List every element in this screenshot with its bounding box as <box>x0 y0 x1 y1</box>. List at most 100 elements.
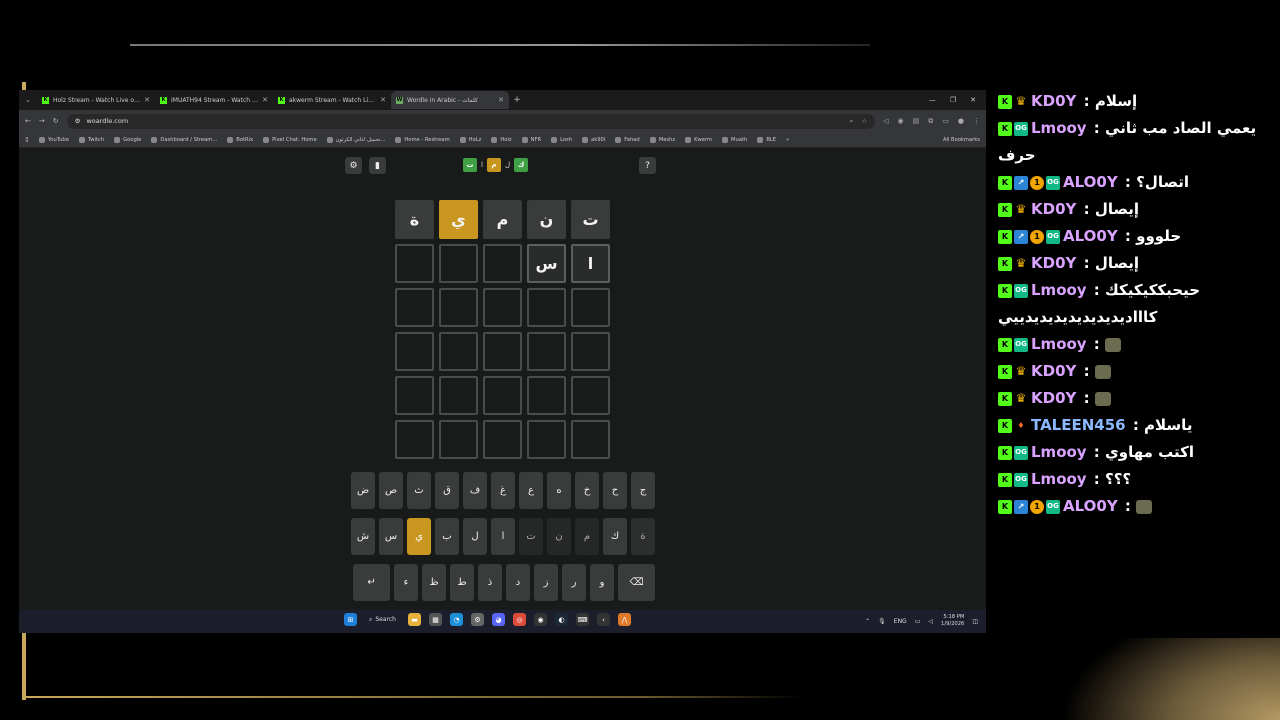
key-button[interactable]: ر <box>562 564 586 601</box>
close-tab-icon[interactable]: ✕ <box>380 96 386 104</box>
close-tab-icon[interactable]: ✕ <box>144 96 150 104</box>
bookmark-item[interactable]: ak90l <box>582 136 605 143</box>
new-tab-button[interactable]: + <box>509 95 525 105</box>
tab-search-icon[interactable]: ⌄ <box>19 92 37 108</box>
key-button[interactable]: ل <box>463 518 487 555</box>
key-button[interactable]: ن <box>547 518 571 555</box>
bookmark-item[interactable]: YouTube <box>38 136 69 143</box>
calendar-icon[interactable]: ▦ <box>429 613 442 626</box>
backspace-key[interactable]: ⌫ <box>618 564 655 601</box>
chat-username[interactable]: ALO0Y <box>1063 227 1118 245</box>
key-button[interactable]: ت <box>519 518 543 555</box>
key-button[interactable]: ك <box>603 518 627 555</box>
key-button[interactable]: ذ <box>478 564 502 601</box>
bookmark-item[interactable]: Fahad <box>615 136 640 143</box>
site-info-icon[interactable]: ⚙ <box>75 117 81 125</box>
zoom-icon[interactable]: ⌕ <box>850 117 854 126</box>
chat-username[interactable]: ALO0Y <box>1063 173 1118 191</box>
extension-icon[interactable]: ◉ <box>898 117 904 126</box>
close-tab-icon[interactable]: ✕ <box>262 96 268 104</box>
chat-username[interactable]: KD0Y <box>1031 254 1076 272</box>
sidebar-icon[interactable]: ▭ <box>942 117 949 126</box>
taskbar-search[interactable]: ⌕ Search <box>365 616 400 624</box>
settings-button[interactable]: ⚙ <box>345 157 362 174</box>
bookmark-item[interactable]: Pixel Chat: Home <box>263 136 317 143</box>
bookmark-item[interactable]: Google <box>114 136 141 143</box>
discord-icon[interactable]: ◕ <box>492 613 505 626</box>
volume-icon[interactable]: ◁ <box>928 618 933 625</box>
mute-icon[interactable]: ◁ <box>883 117 888 126</box>
key-button[interactable]: ء <box>394 564 418 601</box>
key-button[interactable]: ظ <box>422 564 446 601</box>
chat-username[interactable]: Lmooy <box>1031 119 1087 137</box>
key-button[interactable]: ي <box>407 518 431 555</box>
bookmark-item[interactable]: BotRix <box>227 136 253 143</box>
key-button[interactable]: ض <box>351 472 375 509</box>
key-button[interactable]: ج <box>631 472 655 509</box>
chat-username[interactable]: KD0Y <box>1031 200 1076 218</box>
close-tab-icon[interactable]: ✕ <box>498 96 504 104</box>
key-button[interactable]: غ <box>491 472 515 509</box>
apps-icon[interactable]: ⣿ <box>25 137 29 143</box>
more-bookmarks-icon[interactable]: » <box>786 137 789 143</box>
profile-icon[interactable]: ● <box>958 117 964 126</box>
app-icon[interactable]: ⋀ <box>618 613 631 626</box>
forward-icon[interactable]: → <box>39 117 45 125</box>
key-button[interactable]: ه <box>547 472 571 509</box>
obs-icon[interactable]: ◉ <box>534 613 547 626</box>
minimize-icon[interactable]: — <box>929 96 936 104</box>
chat-username[interactable]: TALEEN456 <box>1031 416 1126 434</box>
bookmark-star-icon[interactable]: ☆ <box>861 117 867 126</box>
bookmark-item[interactable]: Losh <box>551 136 572 143</box>
key-button[interactable]: م <box>575 518 599 555</box>
stats-button[interactable]: ▮ <box>369 157 386 174</box>
enter-key[interactable]: ↵ <box>353 564 390 601</box>
key-button[interactable]: ق <box>435 472 459 509</box>
chat-username[interactable]: Lmooy <box>1031 443 1087 461</box>
key-button[interactable]: و <box>590 564 614 601</box>
chat-username[interactable]: ALO0Y <box>1063 497 1118 515</box>
network-icon[interactable]: ▭ <box>915 618 921 625</box>
bookmark-item[interactable]: Twitch <box>78 136 104 143</box>
bookmark-item[interactable]: Kwerm <box>685 136 712 143</box>
start-icon[interactable]: ⊞ <box>344 613 357 626</box>
back-icon[interactable]: ← <box>25 117 31 125</box>
clock[interactable]: 5:18 PM 1/9/2026 <box>941 614 964 628</box>
browser-tab[interactable]: K Holz Stream - Watch Live on Ki ✕ <box>37 91 155 109</box>
bookmark-item[interactable]: Muath <box>722 136 747 143</box>
key-button[interactable]: ة <box>631 518 655 555</box>
microphone-icon[interactable]: 🎙 <box>878 618 886 625</box>
chevron-up-icon[interactable]: ⌃ <box>865 618 870 625</box>
bookmark-item[interactable]: تحميل اغاني الكرتون... <box>326 136 385 143</box>
key-button[interactable]: ع <box>519 472 543 509</box>
file-explorer-icon[interactable]: ▬ <box>408 613 421 626</box>
notification-icon[interactable]: ◫ <box>972 618 978 625</box>
key-button[interactable]: ط <box>450 564 474 601</box>
key-button[interactable]: ص <box>379 472 403 509</box>
extension-icon[interactable]: ▤ <box>913 117 920 126</box>
key-button[interactable]: ش <box>351 518 375 555</box>
chat-username[interactable]: Lmooy <box>1031 335 1087 353</box>
extensions-icon[interactable]: ⧉ <box>928 117 933 126</box>
reload-icon[interactable]: ↻ <box>53 117 59 125</box>
key-button[interactable]: ث <box>407 472 431 509</box>
close-icon[interactable]: ✕ <box>970 96 976 104</box>
key-button[interactable]: د <box>506 564 530 601</box>
browser-tab[interactable]: Kakwerm Stream - Watch Live o ✕ <box>273 91 391 109</box>
edge-icon[interactable]: ◔ <box>450 613 463 626</box>
settings-app-icon[interactable]: ⚙ <box>471 613 484 626</box>
key-button[interactable]: خ <box>575 472 599 509</box>
keyboard-icon[interactable]: ⌨ <box>576 613 589 626</box>
bookmark-item[interactable]: Home - Restream <box>395 136 450 143</box>
chrome-icon[interactable]: ◎ <box>513 613 526 626</box>
bookmark-item[interactable]: Holz <box>491 136 512 143</box>
key-button[interactable]: ا <box>491 518 515 555</box>
browser-tab[interactable]: W Wordle in Arabic - كلمات ✕ <box>391 91 509 109</box>
menu-icon[interactable]: ⋮ <box>973 117 980 126</box>
key-button[interactable]: ف <box>463 472 487 509</box>
chat-username[interactable]: KD0Y <box>1031 92 1076 110</box>
bookmark-item[interactable]: BLE <box>757 136 776 143</box>
bookmark-item[interactable]: NFR <box>521 136 541 143</box>
key-button[interactable]: س <box>379 518 403 555</box>
maximize-icon[interactable]: ❐ <box>950 96 956 104</box>
